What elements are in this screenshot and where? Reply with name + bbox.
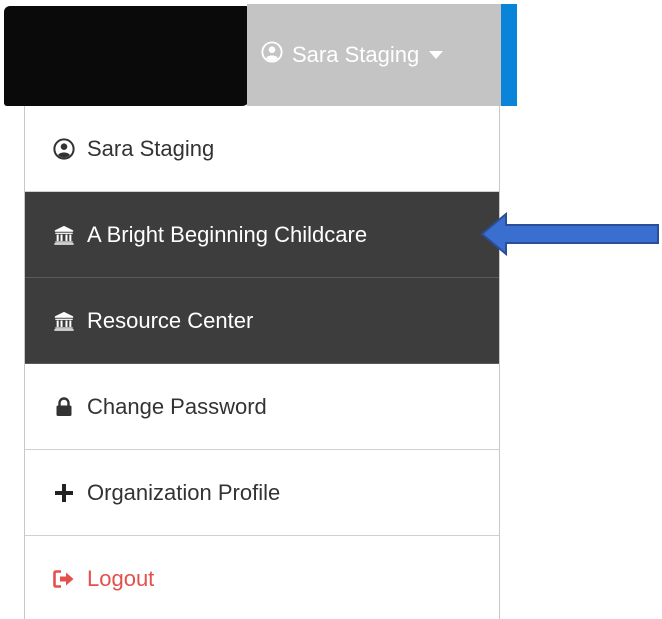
menu-item-label: A Bright Beginning Childcare bbox=[87, 221, 368, 247]
menu-item-label: Resource Center bbox=[87, 307, 254, 333]
menu-item-organization[interactable]: A Bright Beginning Childcare bbox=[25, 192, 499, 278]
menu-item-label: Organization Profile bbox=[87, 479, 281, 505]
user-dropdown-menu: Sara Staging A Bright Beginning Childcar… bbox=[24, 106, 500, 619]
menu-item-logout[interactable]: Logout bbox=[25, 536, 499, 619]
lock-icon bbox=[53, 396, 75, 418]
institution-icon bbox=[53, 224, 75, 246]
menu-item-label: Sara Staging bbox=[87, 135, 215, 161]
plus-icon bbox=[53, 482, 75, 504]
annotation-arrow-icon bbox=[480, 211, 659, 257]
menu-item-profile[interactable]: Sara Staging bbox=[25, 106, 499, 192]
screenshot-stage: Sara Staging Sara Staging A Bright Begin… bbox=[0, 0, 662, 619]
user-name-label: Sara Staging bbox=[292, 42, 420, 67]
menu-item-change-password[interactable]: Change Password bbox=[25, 364, 499, 450]
user-circle-icon bbox=[261, 41, 283, 69]
institution-icon bbox=[53, 310, 75, 332]
sign-out-icon bbox=[53, 568, 75, 590]
navbar-accent-bar bbox=[501, 4, 517, 106]
menu-item-label: Logout bbox=[87, 566, 155, 591]
redacted-area bbox=[4, 6, 250, 106]
caret-down-icon bbox=[429, 51, 444, 59]
menu-item-organization-profile[interactable]: Organization Profile bbox=[25, 450, 499, 536]
user-circle-icon bbox=[53, 137, 75, 160]
top-navbar: Sara Staging bbox=[4, 4, 517, 106]
menu-item-resource-center[interactable]: Resource Center bbox=[25, 278, 499, 364]
menu-item-label: Change Password bbox=[87, 393, 267, 419]
user-menu-toggle[interactable]: Sara Staging bbox=[247, 4, 501, 106]
